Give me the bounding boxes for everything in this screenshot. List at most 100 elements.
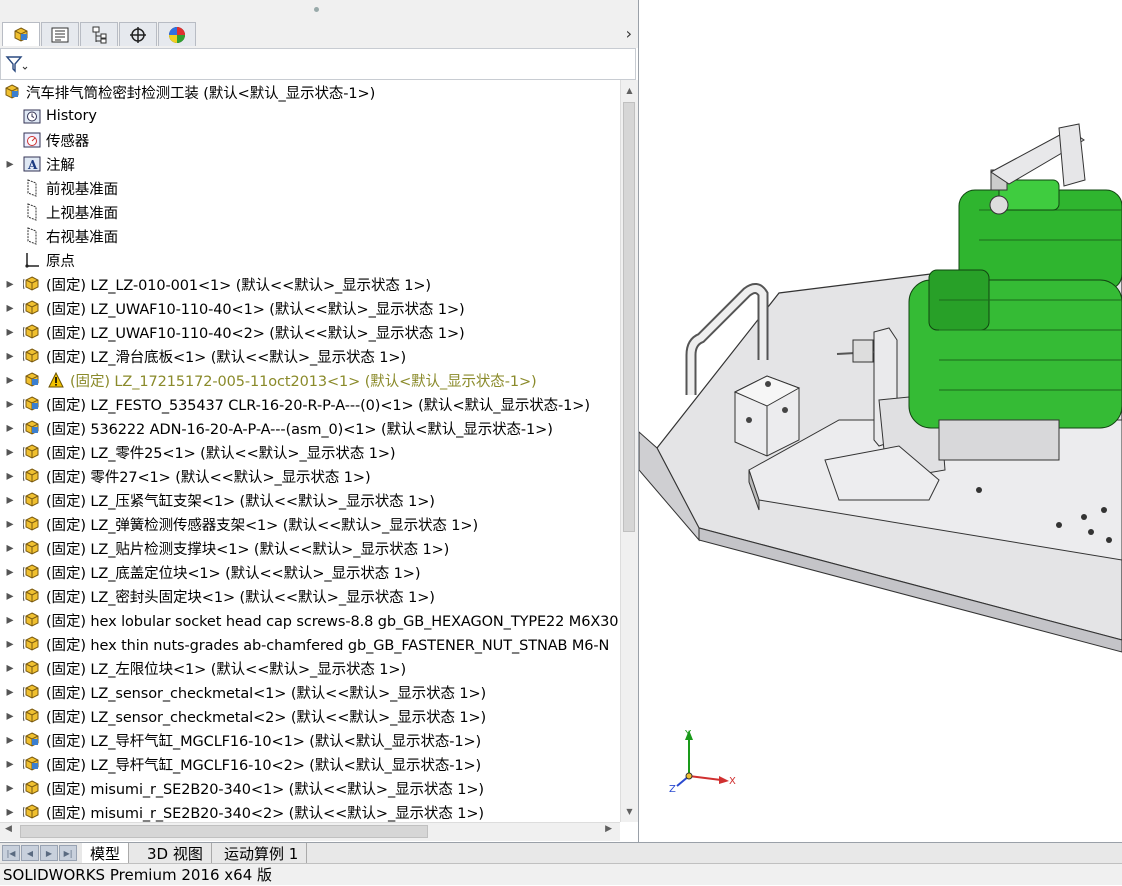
tree-item[interactable]: ▸ (固定) LZ_左限位块<1> (默认<<默认>_显示状态 1>) — [0, 656, 406, 680]
expand-arrow-icon[interactable]: ▸ — [4, 300, 16, 316]
manager-tabs: › — [0, 20, 638, 48]
scroll-right-icon[interactable]: ▶ — [605, 824, 612, 834]
assembly-icon — [22, 754, 42, 774]
pane-grip[interactable] — [0, 0, 638, 20]
expand-arrow-icon[interactable]: ▸ — [4, 612, 16, 628]
hscroll-thumb[interactable] — [20, 825, 428, 838]
tree-item[interactable]: ▸ A 注解 — [0, 152, 74, 176]
expand-arrow-icon[interactable]: ▸ — [4, 468, 16, 484]
tree-item[interactable]: ▸ (固定) LZ_sensor_checkmetal<2> (默认<<默认>_显… — [0, 704, 486, 728]
tree-item[interactable]: ▸ (固定) LZ_弹簧检测传感器支架<1> (默认<<默认>_显示状态 1>) — [0, 512, 478, 536]
expand-arrow-icon[interactable]: ▸ — [4, 804, 16, 820]
tab-model[interactable]: 模型 — [82, 843, 130, 864]
tree-item[interactable]: 上视基准面 — [0, 200, 118, 224]
expand-arrow-icon[interactable]: ▸ — [4, 492, 16, 508]
tree-item[interactable]: ▸ (固定) LZ_底盖定位块<1> (默认<<默认>_显示状态 1>) — [0, 560, 420, 584]
tab-property-manager[interactable] — [41, 22, 79, 46]
plane-icon — [22, 226, 42, 246]
tree-item[interactable]: 原点 — [0, 248, 75, 272]
part-icon — [22, 802, 42, 822]
axis-z-label: Z — [669, 784, 676, 795]
tree-item[interactable]: ▸ (固定) 零件27<1> (默认<<默认>_显示状态 1>) — [0, 464, 370, 488]
first-tab-icon[interactable]: |◀ — [2, 845, 20, 861]
expand-arrow-icon[interactable]: ▸ — [4, 276, 16, 292]
tree-item[interactable]: 右视基准面 — [0, 224, 118, 248]
tree-item[interactable]: ▸ (固定) LZ_17215172-005-11oct2013<1> (默认<默… — [0, 368, 537, 392]
tree-item[interactable]: ▸ (固定) LZ_密封头固定块<1> (默认<<默认>_显示状态 1>) — [0, 584, 434, 608]
tree-item[interactable]: ▸ (固定) misumi_r_SE2B20-340<2> (默认<<默认>_显示… — [0, 800, 484, 822]
tree-root[interactable]: 汽车排气筒检密封检测工装 (默认<默认_显示状态-1>) — [0, 80, 375, 104]
expand-arrow-icon[interactable]: ▸ — [4, 684, 16, 700]
expand-arrow-icon[interactable]: ▸ — [4, 636, 16, 652]
expand-arrow-icon[interactable]: ▸ — [4, 564, 16, 580]
prev-tab-icon[interactable]: ◀ — [21, 845, 39, 861]
expand-arrow-icon[interactable]: ▸ — [4, 420, 16, 436]
tab-display-manager[interactable] — [158, 22, 196, 46]
scroll-left-icon[interactable]: ◀ — [5, 824, 12, 834]
tree-item[interactable]: ▸ (固定) LZ_滑台底板<1> (默认<<默认>_显示状态 1>) — [0, 344, 406, 368]
tree-item[interactable]: ▸ (固定) LZ_UWAF10-110-40<1> (默认<<默认>_显示状态 … — [0, 296, 464, 320]
tree-item-label: 右视基准面 — [46, 229, 118, 246]
tree-item-label: History — [46, 108, 97, 124]
tree-item[interactable]: ▸ (固定) LZ_导杆气缸_MGCLF16-10<2> (默认<默认_显示状态-… — [0, 752, 481, 776]
expand-arrow-icon[interactable]: ▸ — [4, 396, 16, 412]
tree-item-label: (固定) LZ_底盖定位块<1> (默认<<默认>_显示状态 1>) — [46, 565, 421, 582]
next-tab-icon[interactable]: ▶ — [40, 845, 58, 861]
expand-arrow-icon[interactable]: ▸ — [4, 588, 16, 604]
axis-y-label: Y — [684, 729, 692, 740]
expand-arrow-icon[interactable]: ▸ — [4, 780, 16, 796]
expand-arrow-icon[interactable]: ▸ — [4, 324, 16, 340]
dimxpert-icon — [130, 26, 146, 43]
assembly-icon — [22, 418, 42, 438]
expand-arrow-icon[interactable]: ▸ — [4, 348, 16, 364]
expand-arrow-icon[interactable]: ▸ — [4, 540, 16, 556]
chevron-right-icon[interactable]: › — [626, 24, 632, 43]
tree-item[interactable]: ▸ (固定) LZ_sensor_checkmetal<1> (默认<<默认>_显… — [0, 680, 486, 704]
tree-item[interactable]: ▸ (固定) misumi_r_SE2B20-340<1> (默认<<默认>_显示… — [0, 776, 484, 800]
tree-item[interactable]: 传感器 — [0, 128, 89, 152]
tree-item[interactable]: ▸ (固定) LZ_零件25<1> (默认<<默认>_显示状态 1>) — [0, 440, 395, 464]
expand-arrow-icon[interactable]: ▸ — [4, 732, 16, 748]
tab-configuration-manager[interactable] — [80, 22, 118, 46]
tree-item[interactable]: ▸ (固定) LZ_压紧气缸支架<1> (默认<<默认>_显示状态 1>) — [0, 488, 434, 512]
tree-filter-bar[interactable] — [0, 48, 636, 80]
tree-item[interactable]: History — [0, 104, 97, 128]
model-render — [639, 123, 1122, 653]
expand-arrow-icon[interactable]: ▸ — [4, 660, 16, 676]
tree-horizontal-scrollbar[interactable]: ◀ ▶ — [0, 822, 620, 841]
tree-item[interactable]: ▸ (固定) hex thin nuts-grades ab-chamfered … — [0, 632, 609, 656]
tree-item[interactable]: ▸ (固定) LZ_UWAF10-110-40<2> (默认<<默认>_显示状态 … — [0, 320, 464, 344]
scroll-up-icon[interactable]: ▲ — [621, 82, 638, 99]
tree-item[interactable]: ▸ (固定) LZ_贴片检测支撑块<1> (默认<<默认>_显示状态 1>) — [0, 536, 449, 560]
assembly-icon — [22, 730, 42, 750]
tree-item[interactable]: 前视基准面 — [0, 176, 118, 200]
filter-icon[interactable] — [5, 55, 29, 77]
expand-arrow-icon[interactable]: ▸ — [4, 372, 16, 388]
scroll-thumb[interactable] — [623, 102, 635, 532]
part-icon — [22, 514, 42, 534]
part-icon — [22, 322, 42, 342]
tab-dimxpert-manager[interactable] — [119, 22, 157, 46]
last-tab-icon[interactable]: ▶| — [59, 845, 77, 861]
scroll-down-icon[interactable]: ▼ — [621, 803, 638, 820]
tree-item-label: (固定) 536222 ADN-16-20-A-P-A---(asm_0)<1>… — [46, 421, 553, 438]
expand-arrow-icon[interactable]: ▸ — [4, 156, 16, 172]
tree-item[interactable]: ▸ (固定) LZ_FESTO_535437 CLR-16-20-R-P-A---… — [0, 392, 590, 416]
part-icon — [22, 346, 42, 366]
tab-motion-study[interactable]: 运动算例 1 — [216, 843, 308, 864]
expand-arrow-icon[interactable]: ▸ — [4, 516, 16, 532]
tree-item-label: (固定) LZ_17215172-005-11oct2013<1> (默认<默认… — [70, 373, 537, 390]
graphics-viewport[interactable]: Y X Z — [639, 0, 1122, 842]
tree-vertical-scrollbar[interactable]: ▲ ▼ — [620, 80, 638, 822]
expand-arrow-icon[interactable]: ▸ — [4, 756, 16, 772]
part-icon — [22, 778, 42, 798]
part-icon — [22, 490, 42, 510]
expand-arrow-icon[interactable]: ▸ — [4, 708, 16, 724]
tree-item[interactable]: ▸ (固定) LZ_LZ-010-001<1> (默认<<默认>_显示状态 1>) — [0, 272, 431, 296]
tab-3d-view[interactable]: 3D 视图 — [139, 843, 212, 864]
tab-feature-manager[interactable] — [2, 22, 40, 46]
expand-arrow-icon[interactable]: ▸ — [4, 444, 16, 460]
tree-item[interactable]: ▸ (固定) LZ_导杆气缸_MGCLF16-10<1> (默认<默认_显示状态-… — [0, 728, 481, 752]
tree-item[interactable]: ▸ (固定) hex lobular socket head cap screws… — [0, 608, 618, 632]
tree-item[interactable]: ▸ (固定) 536222 ADN-16-20-A-P-A---(asm_0)<1… — [0, 416, 553, 440]
